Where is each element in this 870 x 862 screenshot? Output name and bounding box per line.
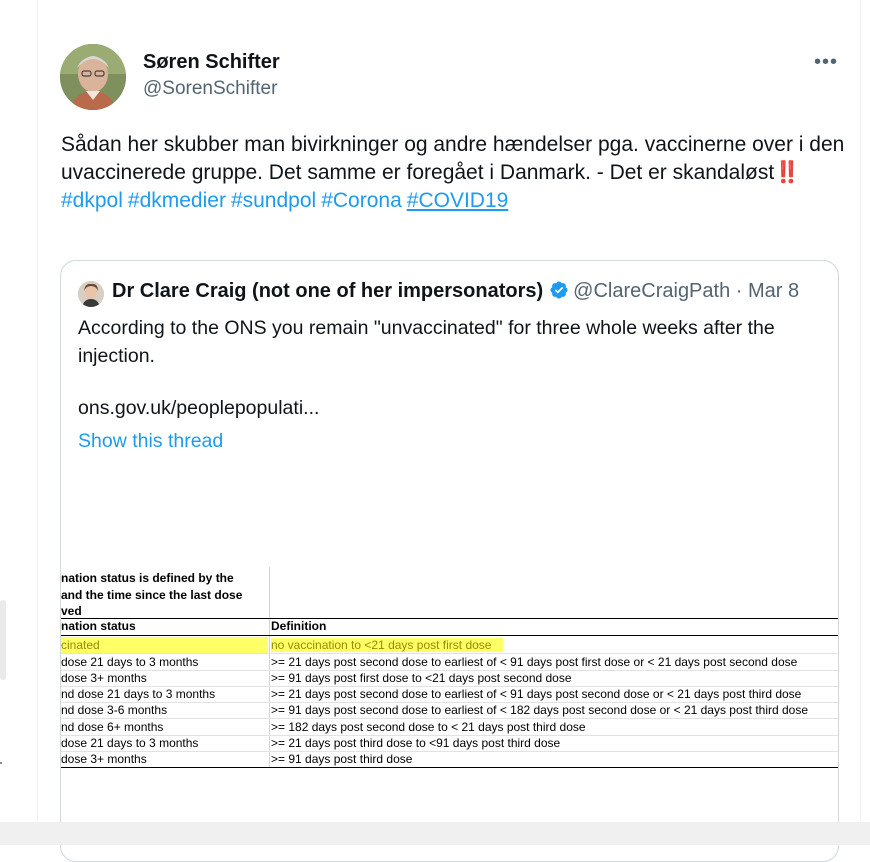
- quoted-tweet-header: Dr Clare Craig (not one of her impersona…: [112, 280, 799, 303]
- table-row: nd dose 21 days to 3 months >= 21 days po…: [61, 686, 838, 702]
- definition-cell: >= 91 days post second dose to earliest …: [271, 703, 809, 717]
- quoted-author-handle[interactable]: @ClareCraigPath: [573, 280, 730, 302]
- verified-badge-icon: [550, 281, 568, 299]
- definition-cell: >= 21 days post second dose to earliest …: [271, 655, 798, 669]
- attached-document-image[interactable]: nation status is defined by the and the …: [61, 567, 838, 777]
- table-rule: [61, 767, 838, 768]
- quoted-tweet-date[interactable]: Mar 8: [748, 280, 799, 302]
- left-edge-dot: [0, 762, 2, 764]
- status-cell: nd dose 6+ months: [61, 720, 164, 734]
- hashtag-corona[interactable]: #Corona: [321, 189, 402, 212]
- timeline-right-border: [860, 0, 861, 845]
- header-line: nation status is defined by the: [61, 571, 234, 585]
- quoted-tweet-body: According to the ONS you remain "unvacci…: [78, 317, 775, 367]
- quoted-tweet-text: According to the ONS you remain "unvacci…: [78, 314, 828, 370]
- table-row: cinated no vaccination to <21 days post f…: [61, 637, 838, 653]
- definition-cell: >= 21 days post third dose to <91 days p…: [271, 736, 561, 750]
- author-handle[interactable]: @SorenSchifter: [143, 78, 277, 100]
- timeline-left-border: [37, 0, 38, 845]
- quoted-tweet-link[interactable]: ons.gov.uk/peoplepopulati...: [78, 397, 319, 420]
- hashtag-list: #dkpol #dkmedier #sundpol #Corona #COVID19: [61, 187, 851, 215]
- definition-cell: >= 91 days post first dose to <21 days p…: [271, 671, 572, 685]
- definition-text: no vaccination to <21 days post first do…: [271, 638, 504, 652]
- status-cell: dose 3+ months: [61, 752, 147, 766]
- more-horizontal-icon: •••: [813, 51, 838, 73]
- quoted-author-avatar[interactable]: [78, 281, 104, 307]
- status-cell: nd dose 21 days to 3 months: [61, 687, 216, 701]
- author-avatar[interactable]: [60, 44, 126, 110]
- definition-cell: >= 91 days post third dose: [271, 752, 413, 766]
- quoted-tweet-card[interactable]: Dr Clare Craig (not one of her impersona…: [60, 260, 839, 862]
- hashtag-covid19[interactable]: #COVID19: [407, 189, 509, 212]
- left-edge-fragment: [0, 600, 6, 680]
- definition-cell: >= 182 days post second dose to < 21 day…: [271, 720, 586, 734]
- document-header-text: nation status is defined by the and the …: [61, 570, 267, 620]
- more-options-button[interactable]: •••: [812, 50, 840, 74]
- quoted-author-name[interactable]: Dr Clare Craig (not one of her impersona…: [112, 280, 543, 302]
- table-row: nd dose 6+ months >= 182 days post second…: [61, 719, 838, 735]
- table-row: dose 3+ months >= 91 days post third dose: [61, 751, 838, 767]
- table-rule: [61, 635, 838, 636]
- double-exclamation-emoji: ‼️: [774, 161, 800, 184]
- hashtag-dkmedier[interactable]: #dkmedier: [128, 189, 226, 212]
- status-cell: dose 21 days to 3 months: [61, 736, 199, 750]
- column-header-definition: Definition: [271, 619, 327, 633]
- header-line: and the time since the last dose: [61, 587, 243, 602]
- author-name[interactable]: Søren Schifter: [143, 51, 280, 74]
- table-row: nd dose 3-6 months >= 91 days post second…: [61, 702, 838, 718]
- table-row: dose 3+ months >= 91 days post first dose…: [61, 670, 838, 686]
- hashtag-dkpol[interactable]: #dkpol: [61, 189, 123, 212]
- tweet-body: Sådan her skubber man bivirkninger og an…: [61, 133, 845, 184]
- status-cell: nd dose 3-6 months: [61, 703, 168, 717]
- table-row: dose 21 days to 3 months >= 21 days post …: [61, 735, 838, 751]
- show-thread-link[interactable]: Show this thread: [78, 430, 223, 453]
- table-row: dose 21 days to 3 months >= 21 days post …: [61, 654, 838, 670]
- definition-cell: >= 21 days post second dose to earliest …: [271, 687, 802, 701]
- bottom-bar: [0, 822, 870, 845]
- status-cell: cinated: [61, 637, 268, 653]
- author-avatar-image: [60, 44, 126, 110]
- tweet-text: Sådan her skubber man bivirkninger og an…: [61, 131, 851, 215]
- hashtag-sundpol[interactable]: #sundpol: [231, 189, 316, 212]
- status-cell: dose 21 days to 3 months: [61, 655, 199, 669]
- status-cell: dose 3+ months: [61, 671, 147, 685]
- header-separator: ·: [735, 280, 743, 302]
- definition-cell: no vaccination to <21 days post first do…: [271, 637, 838, 653]
- quoted-author-avatar-image: [78, 281, 104, 307]
- column-header-status: nation status: [61, 619, 136, 633]
- table-rule: [61, 618, 838, 619]
